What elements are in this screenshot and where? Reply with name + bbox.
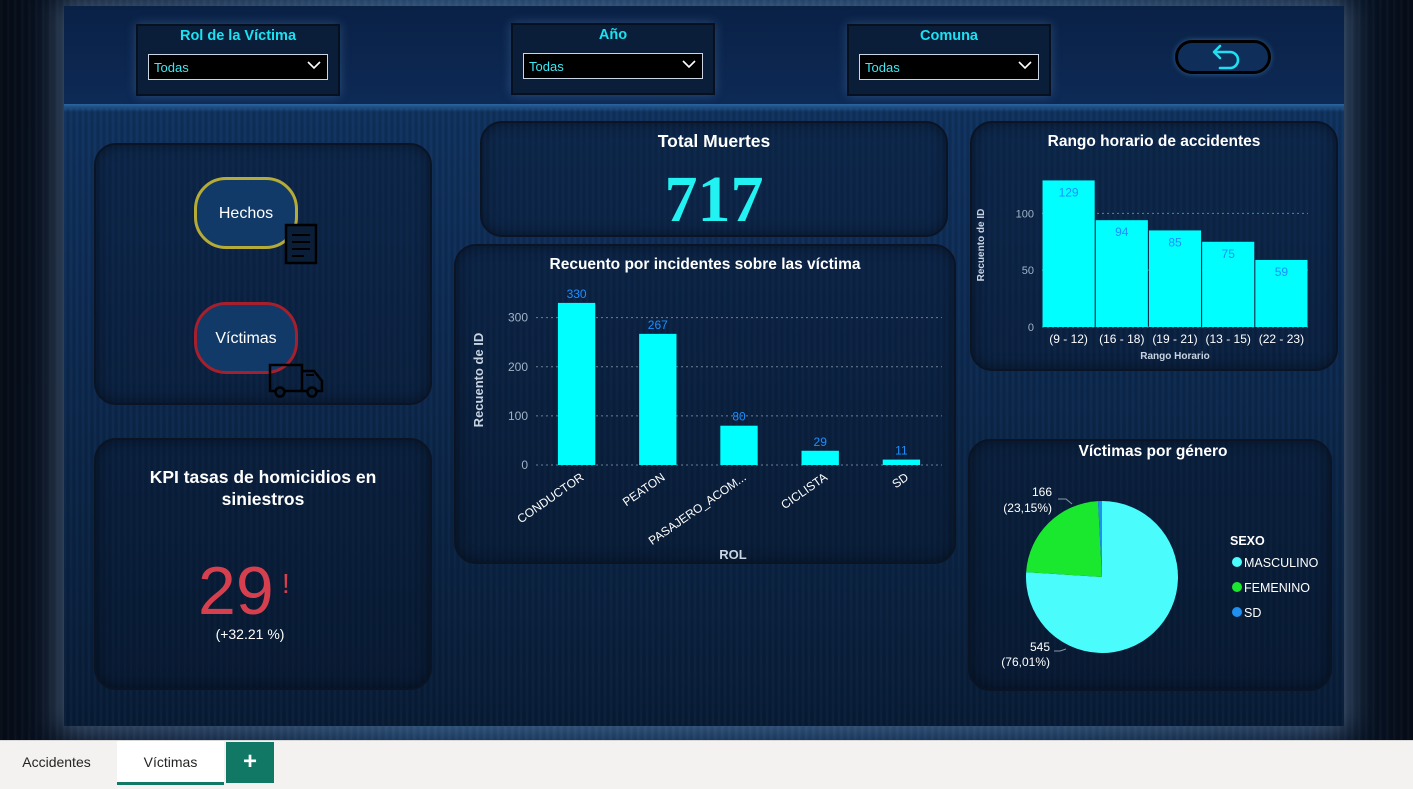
pie-data-label: 166 <box>1032 485 1052 499</box>
pie-data-label: 545 <box>1030 640 1050 654</box>
data-label: 267 <box>648 318 668 332</box>
chevron-down-icon <box>307 61 321 70</box>
legend-entry: MASCULINO <box>1244 556 1319 570</box>
data-label: 129 <box>1059 185 1079 199</box>
x-tick-label: (13 - 15) <box>1206 332 1251 346</box>
kpi-card: KPI tasas de homicidios en siniestros 29… <box>94 438 432 690</box>
total-title: Total Muertes <box>657 131 771 151</box>
data-label: 75 <box>1222 247 1236 261</box>
rol-bar-chart: 0100200300330CONDUCTOR267PEATON80PASAJER… <box>471 287 942 562</box>
y-tick-label: 100 <box>1016 208 1034 220</box>
ambulance-icon <box>268 363 324 398</box>
x-tick-label: CICLISTA <box>778 470 830 512</box>
slicer-anio-title: Año <box>598 27 628 43</box>
hechos-label: Hechos <box>218 205 274 222</box>
x-tick-label: SD <box>889 470 911 491</box>
pie-data-label: (23,15%) <box>1003 501 1052 515</box>
chevron-down-icon <box>682 60 696 69</box>
x-tick-label: (16 - 18) <box>1099 332 1144 346</box>
x-tick-label: (9 - 12) <box>1049 332 1088 346</box>
leader-line <box>1058 498 1073 505</box>
x-tick-label: (19 - 21) <box>1152 332 1197 346</box>
undo-arrow-icon <box>1212 44 1240 70</box>
slicer-comuna-title: Comuna <box>920 28 978 44</box>
navigation-card: Hechos Víctimas <box>94 143 432 405</box>
slicer-anio-value: Todas <box>529 59 564 74</box>
data-label: 11 <box>895 444 908 458</box>
data-label: 80 <box>732 410 746 424</box>
chevron-down-icon <box>1018 61 1032 70</box>
y-tick-label: 0 <box>1028 322 1034 334</box>
x-axis-label: ROL <box>719 547 747 562</box>
y-tick-label: 300 <box>508 311 528 325</box>
kpi-value: 29 <box>198 553 274 629</box>
tab-victimas-label: Víctimas <box>143 754 198 770</box>
report-canvas: Rol de la Víctima Todas Año Todas Comuna… <box>0 0 1413 740</box>
kpi-change: (+32.21 %) <box>215 626 285 642</box>
data-label: 94 <box>1115 225 1129 239</box>
genero-pie-chart: 545(76,01%) 166 (23,15%) SEXO MASCULINO FEMEN… <box>1001 485 1319 669</box>
slicer-rol-value: Todas <box>154 60 189 75</box>
data-label: 85 <box>1168 235 1182 249</box>
y-tick-label: 50 <box>1022 265 1034 277</box>
y-axis-label: Recuento de ID <box>471 333 486 428</box>
x-tick-label: CONDUCTOR <box>515 470 587 526</box>
leader-line <box>1054 648 1067 652</box>
slicer-comuna-value: Todas <box>865 60 900 75</box>
legend-entry: FEMENINO <box>1244 581 1310 595</box>
slicer-rol-dropdown[interactable]: Todas <box>148 54 328 80</box>
page-tabs-bar: Accidentes Víctimas + <box>0 740 1413 789</box>
y-tick-label: 100 <box>508 409 528 423</box>
kpi-alert-icon: ! <box>282 568 290 599</box>
legend-swatch <box>1232 607 1242 617</box>
rango-horario-card: Rango horario de accidentes 0 50 100 129 (9 … <box>970 121 1338 371</box>
tab-accidentes-label: Accidentes <box>22 754 91 770</box>
x-tick-label: PEATON <box>620 470 668 509</box>
bar <box>801 450 839 465</box>
data-label: 59 <box>1275 265 1289 279</box>
y-tick-label: 0 <box>521 458 528 472</box>
x-tick-label: (22 - 23) <box>1259 332 1304 346</box>
slicer-anio-dropdown[interactable]: Todas <box>523 53 703 79</box>
total-value: 717 <box>664 163 764 236</box>
data-label: 29 <box>814 435 828 449</box>
slicer-rol-title: Rol de la Víctima <box>179 28 297 44</box>
legend-title: SEXO <box>1230 534 1265 548</box>
rango-bar-chart: 0 50 100 129 (9 - 12) 94 (16 - 18) 85 (19 - 21) 7… <box>976 180 1308 362</box>
x-axis-label: Rango Horario <box>1140 351 1209 362</box>
kpi-title: KPI tasas de homicidios en siniestros <box>149 467 377 509</box>
document-icon <box>284 223 318 265</box>
tab-accidentes[interactable]: Accidentes <box>0 741 113 785</box>
legend-swatch <box>1232 582 1242 592</box>
bar <box>720 425 758 465</box>
total-muertes-card: Total Muertes 717 <box>480 121 948 237</box>
bar <box>1042 180 1095 327</box>
slicer-comuna: Comuna Todas <box>847 24 1051 96</box>
y-tick-label: 200 <box>508 360 528 374</box>
bar <box>639 333 677 465</box>
legend-swatch <box>1232 557 1242 567</box>
rol-chart-card: Recuento por incidentes sobre las víctim… <box>454 244 956 564</box>
y-axis-label: Recuento de ID <box>976 209 987 282</box>
pie-data-label: (76,01%) <box>1001 655 1050 669</box>
slicer-comuna-dropdown[interactable]: Todas <box>859 54 1039 80</box>
genero-card: Víctimas por género 545 (76,01%) 166 (23,15… <box>968 439 1332 691</box>
back-button[interactable] <box>1175 40 1271 74</box>
victimas-label: Víctimas <box>215 330 277 347</box>
slicer-rol-victima: Rol de la Víctima Todas <box>136 24 340 96</box>
legend-entry: SD <box>1244 606 1261 620</box>
bar <box>557 302 596 465</box>
plus-icon: + <box>242 748 257 775</box>
bar <box>882 459 921 465</box>
header-divider <box>64 104 1344 112</box>
tab-victimas[interactable]: Víctimas <box>117 741 224 785</box>
slicer-anio: Año Todas <box>511 23 715 95</box>
add-page-button[interactable]: + <box>226 742 274 783</box>
data-label: 330 <box>567 287 587 301</box>
